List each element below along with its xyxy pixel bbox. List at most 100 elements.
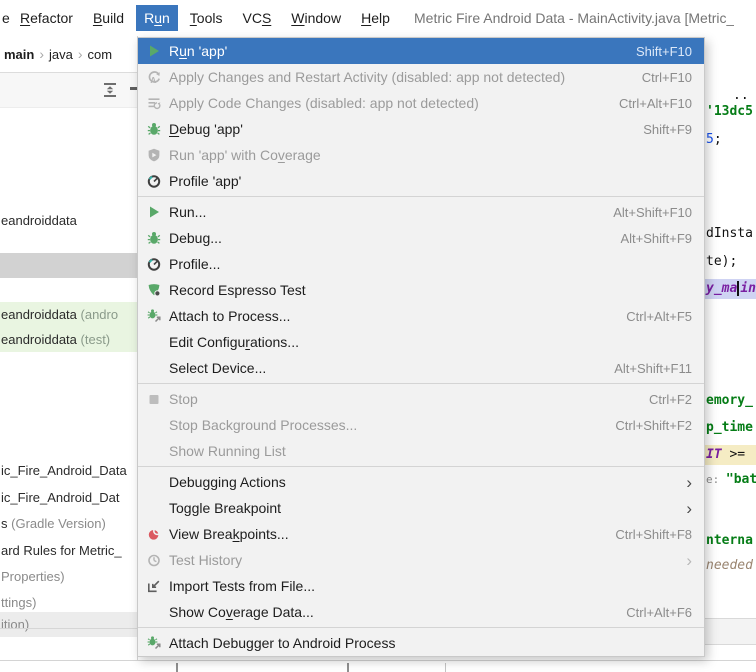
import-icon [145,578,163,594]
menubar-item-refactor[interactable]: Refactor [12,5,81,31]
menu-item-attach-to-process[interactable]: Attach to Process... Ctrl+Alt+F5 [138,303,704,329]
menu-item-label: Run 'app' [169,43,228,59]
menu-item-apply-changes-and-restart-activity-disab[interactable]: A Apply Changes and Restart Activity (dis… [138,64,704,90]
tree-row-text: eandroiddata [1,332,77,347]
no-icon [145,417,163,433]
menu-item-label: Stop [169,391,198,407]
menu-item-label: Edit Configurations... [169,334,299,350]
submenu-arrow-icon: › [686,550,692,570]
tree-row[interactable]: eandroiddata (andro [0,302,138,327]
code-fragment: te); [706,252,737,272]
tree-row-text: ic_Fire_Android_Data [1,463,127,478]
tree-row[interactable]: eandroiddata [0,208,138,233]
tree-row[interactable]: s (Gradle Version) [0,511,138,536]
tree-row[interactable]: ic_Fire_Android_Data [0,458,138,483]
menu-item-show-coverage-data[interactable]: Show Coverage Data... Ctrl+Alt+F6 [138,599,704,625]
menubar-item-vcs[interactable]: VCS [234,5,279,31]
menu-item-view-breakpoints[interactable]: View Breakpoints... Ctrl+Shift+F8 [138,521,704,547]
breadcrumb-item-main[interactable]: main [4,47,34,62]
menu-item-label: Show Running List [169,443,286,459]
partial-toolbar-icon[interactable] [130,87,137,90]
debug-icon [145,121,163,137]
tree-row[interactable]: Properties) [0,564,138,589]
tree-row-annotation: (Gradle Version) [11,516,106,531]
espresso-icon [145,282,163,298]
tree-row-annotation: ttings) [1,595,37,610]
menu-item-label: Run... [169,204,207,220]
menu-item-edit-configurations[interactable]: Edit Configurations... [138,329,704,355]
tree-row-text: ard Rules for Metric_ [1,543,122,558]
menu-item-run-app-with-coverage[interactable]: Run 'app' with Coverage [138,142,704,168]
menu-item-label: Debug 'app' [169,121,243,137]
menu-item-debug[interactable]: Debug... Alt+Shift+F9 [138,225,704,251]
tree-row[interactable]: ic_Fire_Android_Dat [0,485,138,510]
menu-item-debugging-actions[interactable]: Debugging Actions › [138,469,704,495]
menu-item-label: Test History [169,552,243,568]
menu-item-import-tests-from-file[interactable]: Import Tests from File... [138,573,704,599]
menu-shortcut: Alt+Shift+F9 [620,230,692,246]
menu-item-show-running-list[interactable]: Show Running List [138,438,704,464]
menu-item-select-device[interactable]: Select Device... Alt+Shift+F11 [138,355,704,381]
run-icon [145,204,163,220]
menu-item-label: Debugging Actions [169,474,286,490]
menu-item-stop[interactable]: Stop Ctrl+F2 [138,386,704,412]
history-icon [145,552,163,568]
menu-item-apply-code-changes-disabled-app-not-dete[interactable]: Apply Code Changes (disabled: app not de… [138,90,704,116]
tree-row-annotation: (andro [76,307,119,322]
menu-item-label: Stop Background Processes... [169,417,358,433]
project-toolbar [0,72,137,108]
code-fragment: nterna [706,531,753,551]
menubar-item-help[interactable]: Help [353,5,398,31]
menubar-items: Refactor Build Run Tools VCS Window Help [10,0,400,36]
profile-icon [145,173,163,189]
svg-text:A: A [150,76,156,85]
menu-item-profile[interactable]: Profile... [138,251,704,277]
menu-item-debug-app[interactable]: Debug 'app' Shift+F9 [138,116,704,142]
code-token: te); [706,254,738,269]
window-title: Metric Fire Android Data - MainActivity.… [414,10,735,26]
no-icon [145,334,163,350]
code-fragment: emory_ [706,391,753,411]
code-token: "bat [725,472,756,487]
menu-item-stop-background-processes[interactable]: Stop Background Processes... Ctrl+Shift+F… [138,412,704,438]
breakpoint-icon [145,526,163,542]
menubar-item-partial[interactable]: e [2,10,10,26]
menubar-item-build[interactable]: Build [85,5,132,31]
menu-item-profile-app[interactable]: Profile 'app' [138,168,704,194]
no-icon [145,500,163,516]
menu-item-label: Toggle Breakpoint [169,500,282,516]
menu-item-attach-debugger-to-android-process[interactable]: Attach Debugger to Android Process [138,630,704,656]
menu-item-label: Profile 'app' [169,173,242,189]
menu-item-run[interactable]: Run... Alt+Shift+F10 [138,199,704,225]
menubar-item-window[interactable]: Window [283,5,349,31]
tree-row[interactable]: eandroiddata (test) [0,327,138,352]
menu-item-record-espresso-test[interactable]: Record Espresso Test [138,277,704,303]
menu-item-run-app[interactable]: Run 'app' Shift+F10 [138,38,704,64]
attach-icon [145,308,163,324]
menu-item-toggle-breakpoint[interactable]: Toggle Breakpoint › [138,495,704,521]
code-fragment: y_ma in [705,279,756,299]
tree-row-annotation: (test) [76,332,111,347]
code-token: ; [713,132,722,147]
tree-row[interactable]: ard Rules for Metric_ [0,538,138,563]
chevron-right-icon: › [39,46,45,62]
tree-row[interactable] [0,253,138,278]
breadcrumb-item-com[interactable]: com [88,47,113,62]
tree-row-annotation: Properties) [1,569,65,584]
tree-row[interactable]: ition) [0,612,138,637]
no-icon [145,443,163,459]
menu-item-label: Profile... [169,256,221,272]
menubar-item-run[interactable]: Run [136,5,178,31]
breadcrumb-item-java[interactable]: java [49,47,73,62]
menu-item-test-history[interactable]: Test History › [138,547,704,573]
code-fragment: e: "bat [706,470,756,490]
code-token: 5 [706,132,714,147]
tree-row-text: eandroiddata [1,213,77,228]
menu-item-label: Select Device... [169,360,267,376]
attach-icon [145,635,163,651]
code-token: p_time [706,420,753,435]
tree-row-text: s [1,516,12,531]
collapse-all-icon[interactable] [100,80,120,100]
menubar-item-tools[interactable]: Tools [182,5,231,31]
menu-item-label: Apply Code Changes (disabled: app not de… [169,95,479,111]
